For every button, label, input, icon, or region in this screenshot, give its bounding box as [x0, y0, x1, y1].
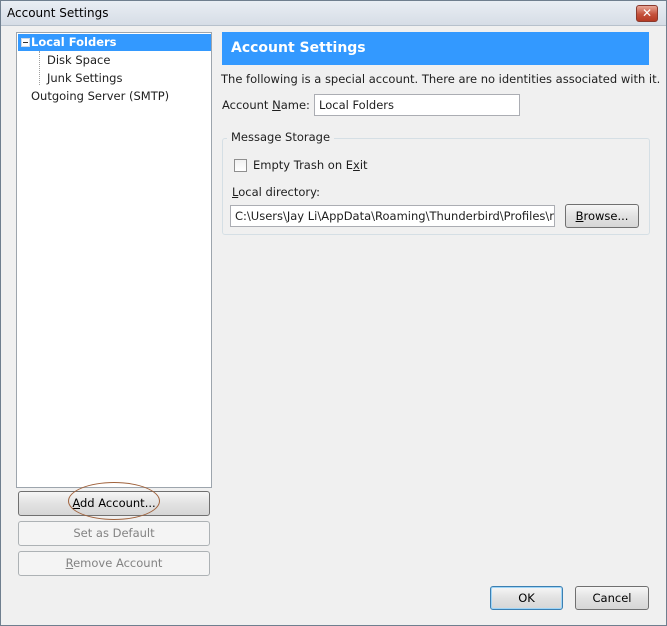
account-settings-window: Account Settings ✕ Local Folders Disk Sp…	[0, 0, 667, 626]
cancel-button[interactable]: Cancel	[575, 586, 649, 610]
button-label-accel: R	[65, 556, 74, 570]
message-storage-legend: Message Storage	[227, 130, 335, 144]
button-label-post: rowse...	[583, 209, 629, 223]
label-accel: x	[353, 158, 360, 172]
collapse-icon[interactable]	[21, 38, 30, 47]
empty-trash-label[interactable]: Empty Trash on Exit	[253, 158, 368, 172]
local-directory-value: C:\Users\Jay Li\AppData\Roaming\Thunderb…	[235, 209, 555, 223]
panel-header: Account Settings	[222, 32, 649, 65]
tree-item-disk-space[interactable]: Disk Space	[47, 52, 110, 69]
tree-item-label: Outgoing Server (SMTP)	[31, 89, 170, 103]
tree-item-label: Junk Settings	[47, 71, 123, 85]
account-name-label: Account Name:	[222, 98, 310, 112]
tree-item-label: Disk Space	[47, 53, 111, 67]
button-label: Cancel	[592, 591, 632, 605]
close-button[interactable]: ✕	[636, 5, 658, 22]
close-icon: ✕	[641, 6, 653, 20]
tree-item-label: Local Folders	[31, 35, 117, 49]
tree-item-outgoing-server[interactable]: Outgoing Server (SMTP)	[31, 88, 169, 105]
account-tree[interactable]: Local Folders Disk Space Junk Settings O…	[16, 32, 212, 488]
tree-item-junk-settings[interactable]: Junk Settings	[47, 70, 122, 87]
button-label-post: emove Account	[73, 556, 163, 570]
button-label: Set as Default	[73, 526, 155, 540]
title-bar[interactable]: Account Settings ✕	[1, 1, 666, 26]
tree-connector-line	[39, 51, 40, 85]
account-description: The following is a special account. Ther…	[221, 72, 661, 86]
button-label: OK	[518, 591, 535, 605]
label-post: it	[359, 158, 368, 172]
account-name-value: Local Folders	[319, 98, 394, 112]
highlight-circle-annotation	[68, 482, 160, 520]
label-pre: Account	[222, 98, 273, 112]
remove-account-button[interactable]: Remove Account	[18, 551, 210, 576]
label-post: ocal directory:	[238, 185, 320, 199]
local-directory-input[interactable]: C:\Users\Jay Li\AppData\Roaming\Thunderb…	[230, 205, 555, 227]
empty-trash-checkbox[interactable]	[234, 159, 247, 172]
local-directory-label: Local directory:	[232, 185, 320, 199]
label-accel: N	[272, 98, 281, 112]
tree-item-local-folders[interactable]: Local Folders	[18, 34, 211, 51]
label-post: ame:	[280, 98, 310, 112]
window-title: Account Settings	[7, 6, 109, 20]
label-pre: Empty Trash on E	[253, 158, 354, 172]
browse-button[interactable]: Browse...	[565, 204, 639, 228]
ok-button[interactable]: OK	[490, 586, 563, 610]
account-name-input[interactable]: Local Folders	[314, 94, 520, 116]
panel-title: Account Settings	[231, 40, 366, 56]
set-as-default-button[interactable]: Set as Default	[18, 521, 210, 546]
